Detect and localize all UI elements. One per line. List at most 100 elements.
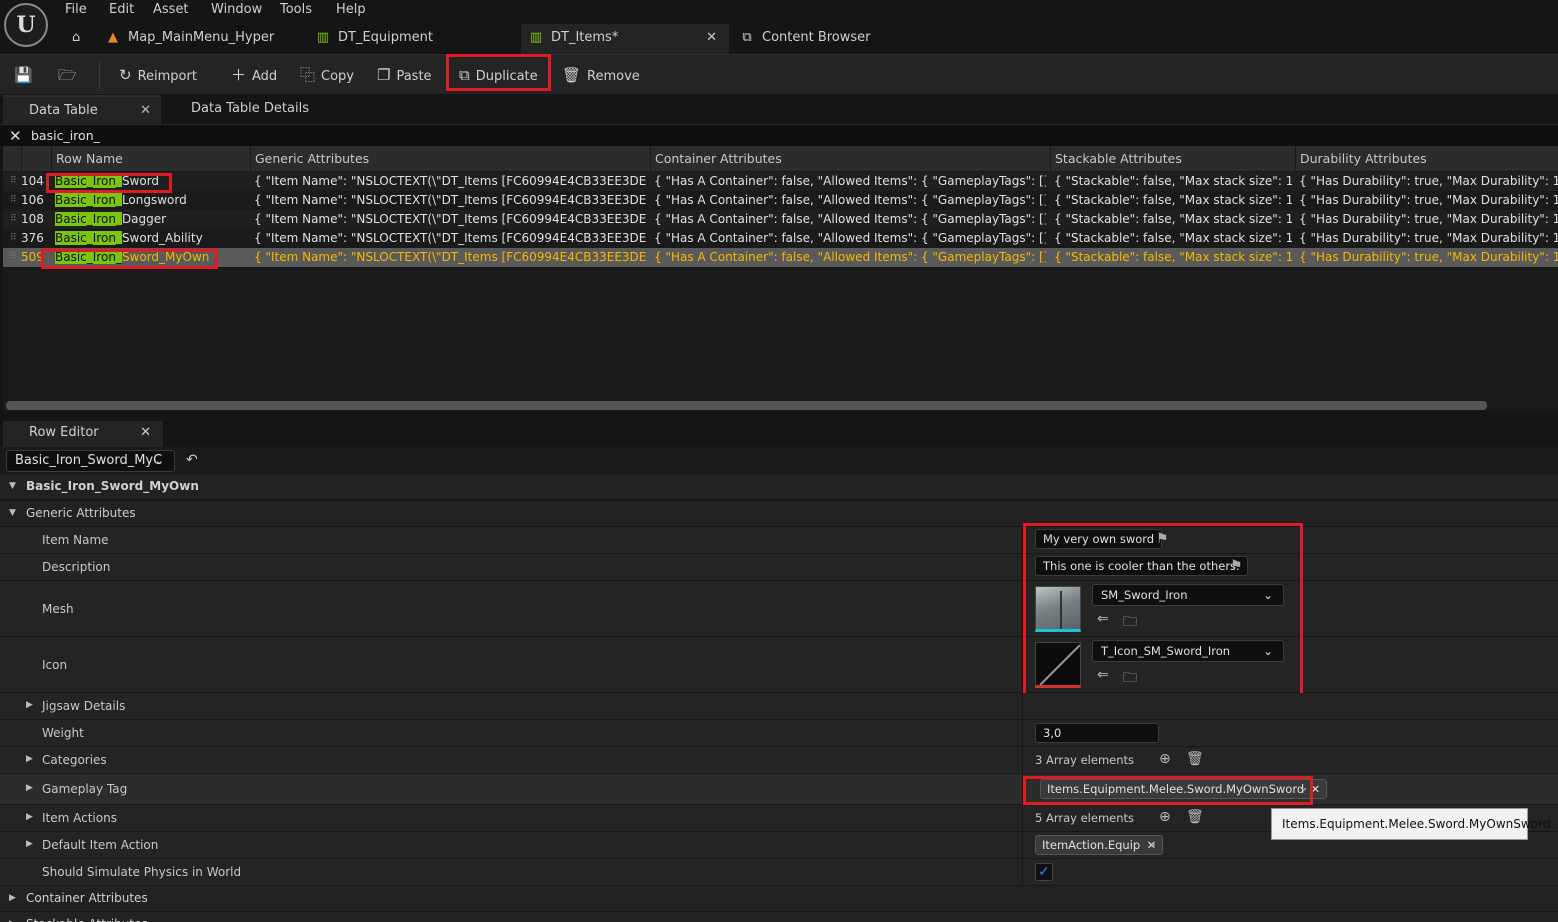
chevron-down-icon[interactable]: ⌄ [1298,780,1309,795]
tab-content-browser[interactable]: ⧉ Content Browser [738,24,938,54]
gameplay-tag-tooltip: Items.Equipment.Melee.Sword.MyOwnSword [1271,808,1550,840]
row-editor-tabbar [0,419,1558,447]
expand-arrow-icon: ▼ [9,508,16,518]
remove-tag-icon[interactable]: ✕ [1311,780,1321,798]
table-row[interactable]: ⠿ 376 Basic_Iron_Sword_Ability { "Item N… [3,229,1558,248]
trash-icon[interactable]: 🗑 [1186,751,1204,767]
column-stackable[interactable]: Stackable Attributes [1050,146,1295,172]
tab-dt-equipment[interactable]: ▥ DT_Equipment [312,24,512,54]
close-icon[interactable]: ✕ [706,24,717,52]
add-element-icon[interactable]: ⊕ [1159,751,1171,767]
trash-icon: 🗑 [562,66,582,84]
menu-window[interactable]: Window [211,2,262,18]
reimport-button[interactable]: ↻ Reimport [119,55,197,95]
description-field[interactable]: This one is cooler than the others. [1035,556,1248,576]
paste-icon: ❐ [377,66,391,84]
index-column [21,146,51,172]
tab-data-table-details[interactable]: Data Table Details [165,95,325,124]
reimport-icon: ↻ [119,66,132,84]
chevron-down-icon: ⌄ [1263,588,1273,602]
mesh-thumbnail[interactable] [1035,586,1081,632]
add-button[interactable]: ＋ Add [231,55,277,95]
use-selected-icon[interactable]: ⇐ [1097,667,1109,683]
expand-arrow-icon: ▶ [26,783,33,793]
grip-column [3,146,21,172]
toolbar-divider [99,61,100,89]
table-row[interactable]: ⠿ 108 Basic_Iron_Dagger { "Item Name": "… [3,210,1558,229]
row-name: Basic_Iron_Sword [55,174,160,188]
table-row-selected[interactable]: ⠿ 509 Basic_Iron_Sword_MyOwn { "Item Nam… [3,248,1558,267]
toolbar: 💾 🗁 ↻ Reimport ＋ Add ⿻ Copy ❐ Paste ⧉ Duplica… [0,54,1558,94]
simulate-physics-checkbox[interactable]: ✓ [1035,863,1053,881]
property-gameplay-tag[interactable]: ▶ Gameplay Tag Items.Equipment.Melee.Swo… [0,774,1558,805]
weight-field[interactable]: 3,0 [1035,723,1159,743]
menu-edit[interactable]: Edit [109,2,134,18]
menu-tools[interactable]: Tools [280,2,312,18]
item-name-field[interactable]: My very own sword [1035,529,1163,549]
chevron-down-icon: ⌄ [1263,644,1273,658]
copy-icon: ⿻ [300,66,316,84]
close-icon[interactable]: ✕ [140,97,151,125]
menu-help[interactable]: Help [336,2,366,18]
icon-thumbnail[interactable] [1035,642,1081,688]
icon-asset-picker[interactable]: T_Icon_SM_Sword_Iron ⌄ [1092,640,1284,662]
table-row[interactable]: ⠿ 104 Basic_Iron_Sword { "Item Name": "N… [3,172,1558,191]
search-input[interactable]: basic_iron_ [31,128,100,143]
tab-row-editor[interactable]: Row Editor ✕ [3,421,163,447]
column-container[interactable]: Container Attributes [650,146,1050,172]
category-stackable-attributes[interactable]: ▶ Stackable Attributes [0,912,1558,922]
content-browser-icon: ⧉ [742,30,752,45]
scrollbar-thumb[interactable] [6,401,1487,410]
save-icon[interactable]: 💾 [14,55,39,95]
unreal-logo-icon[interactable]: U [4,3,48,47]
tab-data-table[interactable]: Data Table ✕ [3,95,161,124]
duplicate-button[interactable]: ⧉ Duplicate [459,55,538,95]
menu-file[interactable]: File [65,2,87,18]
localization-flag-icon[interactable]: ⚑ [1156,531,1169,547]
row-header[interactable]: ▼ Basic_Iron_Sword_MyOwn [0,474,1558,500]
tab-dt-items[interactable]: ▥ DT_Items* ✕ [521,24,729,54]
expand-arrow-icon: ▶ [26,754,33,764]
row-name: Basic_Iron_Dagger [55,212,167,226]
chevron-down-icon[interactable]: ⌄ [1147,836,1158,851]
table-header: Row Name Generic Attributes Container At… [3,146,1558,172]
property-description: Description This one is cooler than the … [0,554,1558,581]
property-mesh: Mesh SM_Sword_Iron ⌄ ⇐ 🗀 [0,581,1558,637]
tab-map[interactable]: ▲ Map_MainMenu_Hyper [104,24,304,54]
copy-button[interactable]: ⿻ Copy [300,55,354,95]
clear-search-icon[interactable]: ✕ [9,127,22,145]
browse-icon[interactable]: 🗀 [1123,611,1137,635]
column-row-name[interactable]: Row Name [51,146,250,172]
reset-arrow-icon[interactable]: ↶ [186,452,198,468]
localization-flag-icon[interactable]: ⚑ [1230,558,1243,574]
browse-icon[interactable]: 🗀 [1123,667,1137,691]
trash-icon[interactable]: 🗑 [1186,809,1204,825]
column-durability[interactable]: Durability Attributes [1295,146,1558,172]
remove-button[interactable]: 🗑 Remove [562,55,640,95]
property-jigsaw-details[interactable]: ▶ Jigsaw Details [0,693,1558,720]
gameplay-tag-chip[interactable]: Items.Equipment.Melee.Sword.MyOwnSword ✕ [1040,779,1328,799]
expand-arrow-icon: ▶ [9,912,16,922]
row-name: Basic_Iron_Longsword [55,193,187,207]
property-categories[interactable]: ▶ Categories 3 Array elements ⊕ 🗑 [0,747,1558,774]
category-generic-attributes[interactable]: ▼ Generic Attributes [0,501,1558,527]
browse-icon[interactable]: 🗁 [58,55,83,95]
expand-arrow-icon: ▶ [26,812,33,822]
category-container-attributes[interactable]: ▶ Container Attributes [0,886,1558,912]
add-element-icon[interactable]: ⊕ [1159,809,1171,825]
expand-arrow-icon: ▶ [9,893,16,903]
use-selected-icon[interactable]: ⇐ [1097,611,1109,627]
property-item-name: Item Name My very own sword ⚑ [0,527,1558,554]
default-action-chip[interactable]: ItemAction.Equip ✕ [1035,835,1164,855]
menu-asset[interactable]: Asset [153,2,189,18]
column-generic[interactable]: Generic Attributes [250,146,650,172]
table-row[interactable]: ⠿ 106 Basic_Iron_Longsword { "Item Name"… [3,191,1558,210]
expand-arrow-icon: ▶ [26,839,33,849]
chevron-down-icon: ⌄ [154,454,164,467]
duplicate-icon: ⧉ [459,66,470,84]
row-selector-dropdown[interactable]: Basic_Iron_Sword_MyC ⌄ [6,450,175,472]
home-icon[interactable]: ⌂ [72,24,92,54]
mesh-asset-picker[interactable]: SM_Sword_Iron ⌄ [1092,584,1284,606]
paste-button[interactable]: ❐ Paste [377,55,432,95]
close-icon[interactable]: ✕ [140,421,151,445]
